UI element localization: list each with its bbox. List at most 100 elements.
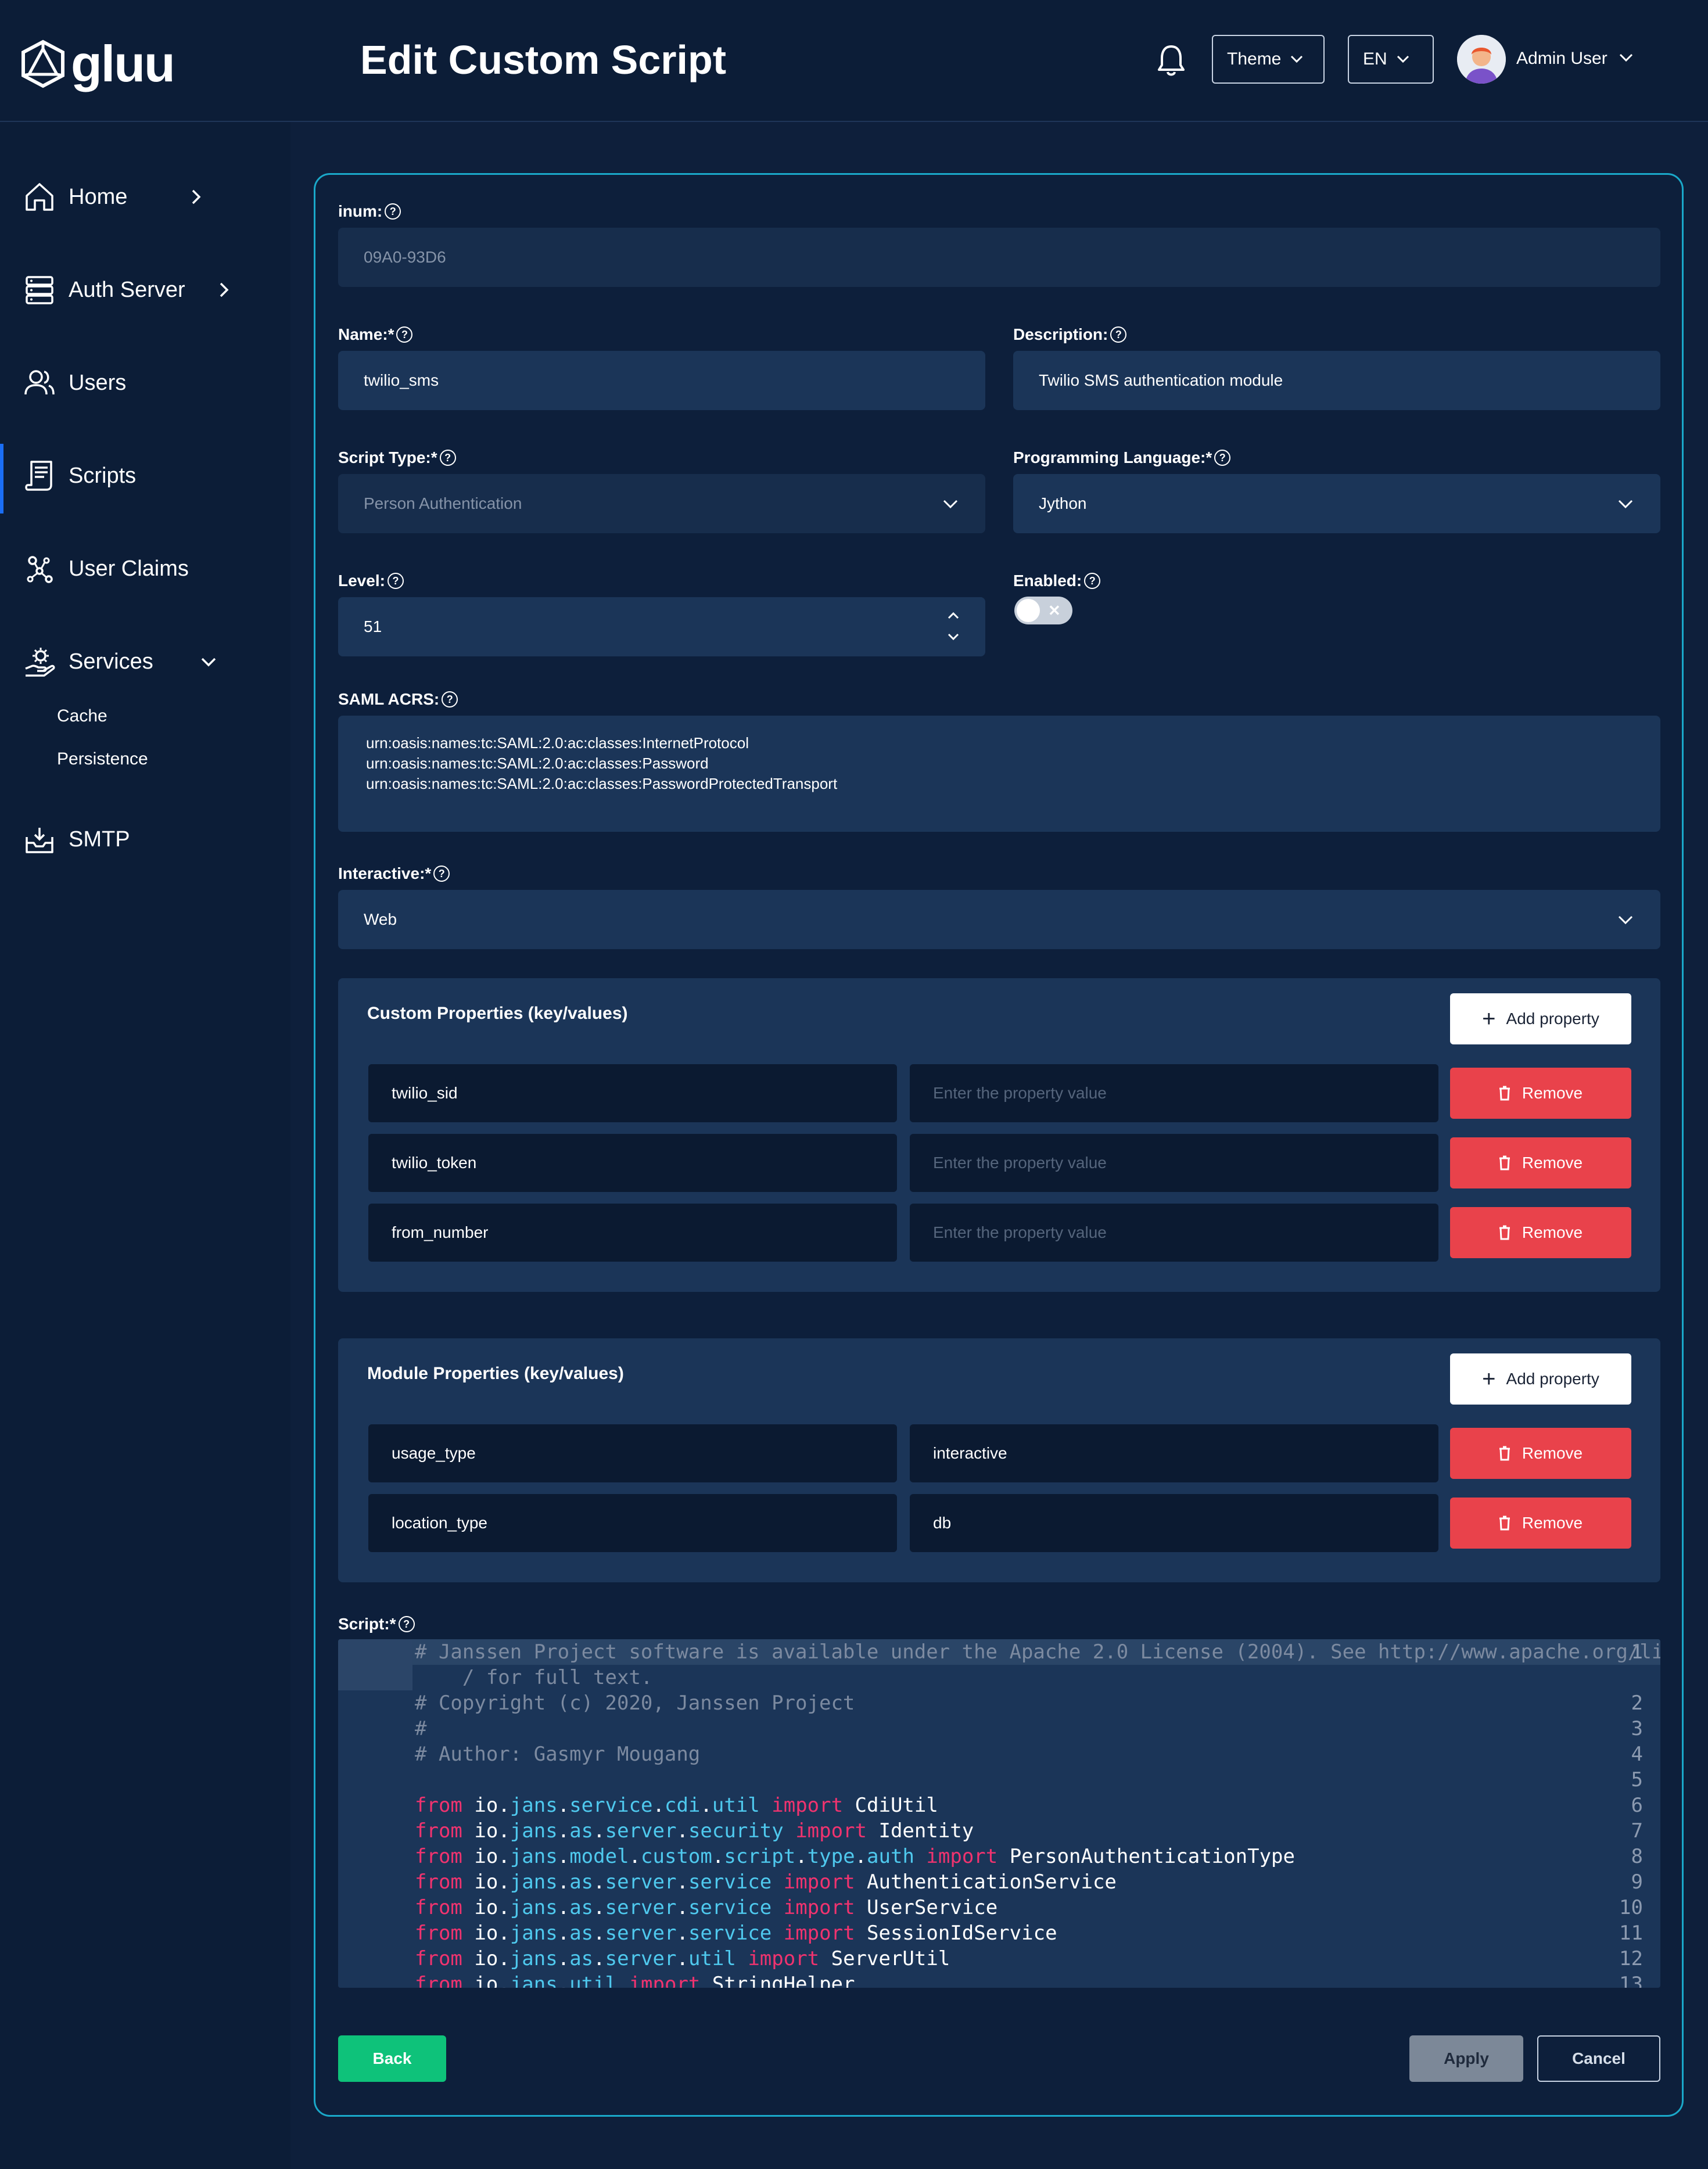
apply-button[interactable]: Apply <box>1409 2035 1523 2082</box>
saml-acr-line: urn:oasis:names:tc:SAML:2.0:ac:classes:I… <box>366 734 749 752</box>
interactive-label: Interactive:* ? <box>338 864 450 883</box>
script-icon <box>25 461 52 491</box>
module-property-key-input[interactable]: usage_type <box>368 1424 897 1482</box>
sidebar-item-smtp[interactable]: SMTP <box>0 807 290 871</box>
code-line: from io.jans.model.custom.script.type.au… <box>415 1845 1295 1868</box>
help-icon[interactable]: ? <box>1084 573 1101 589</box>
line-number: 11 <box>1619 1922 1643 1945</box>
sidebar-subitem-persistence[interactable]: Persistence <box>57 749 148 769</box>
stepper-arrows-icon[interactable] <box>947 611 960 641</box>
mail-inbox-icon <box>26 828 53 853</box>
language-select-label: EN <box>1363 49 1387 69</box>
sidebar-item-label: Auth Server <box>69 277 185 302</box>
code-line: # Copyright (c) 2020, Janssen Project <box>415 1692 855 1715</box>
sidebar-item-auth-server[interactable]: Auth Server <box>0 258 290 322</box>
code-line: # <box>415 1717 427 1740</box>
trash-icon <box>1499 1086 1510 1101</box>
cancel-button[interactable]: Cancel <box>1537 2035 1660 2082</box>
custom-property-key-input[interactable]: from_number <box>368 1204 897 1262</box>
remove-custom-property-button[interactable]: Remove <box>1450 1068 1631 1119</box>
remove-label: Remove <box>1522 1084 1583 1102</box>
line-number: 8 <box>1631 1845 1643 1868</box>
programming-language-value: Jython <box>1039 494 1087 512</box>
sidebar-item-services[interactable]: Services <box>0 630 290 694</box>
help-icon[interactable]: ? <box>433 866 450 882</box>
toggle-off-icon: ✕ <box>1048 602 1061 619</box>
description-value: Twilio SMS authentication module <box>1039 371 1283 389</box>
level-input[interactable]: 51 <box>338 597 985 656</box>
name-value: twilio_sms <box>364 371 439 389</box>
property-value-placeholder: Enter the property value <box>933 1223 1107 1241</box>
module-property-value-input[interactable]: db <box>910 1494 1438 1552</box>
help-icon[interactable]: ? <box>398 1616 415 1632</box>
sidebar-item-user-claims[interactable]: User Claims <box>0 537 290 601</box>
sidebar-item-home[interactable]: Home <box>0 165 290 229</box>
theme-select-label: Theme <box>1227 49 1282 69</box>
remove-module-property-button[interactable]: Remove <box>1450 1428 1631 1479</box>
remove-custom-property-button[interactable]: Remove <box>1450 1137 1631 1188</box>
custom-property-value-input[interactable]: Enter the property value <box>910 1204 1438 1262</box>
user-name[interactable]: Admin User <box>1516 49 1607 69</box>
code-line: from io.jans.as.server.service import Au… <box>415 1870 1117 1894</box>
toggle-knob <box>1017 599 1040 622</box>
sidebar-item-scripts[interactable]: Scripts <box>0 444 290 513</box>
help-icon[interactable]: ? <box>387 573 404 589</box>
module-property-key-input[interactable]: location_type <box>368 1494 897 1552</box>
saml-acrs-textarea[interactable]: urn:oasis:names:tc:SAML:2.0:ac:classes:I… <box>338 716 1660 832</box>
add-module-property-button[interactable]: + Add property <box>1450 1353 1631 1405</box>
remove-label: Remove <box>1522 1514 1583 1532</box>
gluu-logo[interactable]: gluu <box>21 36 184 92</box>
remove-custom-property-button[interactable]: Remove <box>1450 1207 1631 1258</box>
help-icon[interactable]: ? <box>1214 450 1231 466</box>
line-number: 2 <box>1631 1692 1643 1715</box>
programming-language-select[interactable]: Jython <box>1013 474 1660 533</box>
programming-language-label-text: Programming Language:* <box>1013 448 1212 466</box>
bell-icon[interactable] <box>1156 43 1186 78</box>
saml-acrs-label-text: SAML ACRS: <box>338 690 440 708</box>
services-icon <box>25 648 55 677</box>
script-code-editor[interactable]: 1 2 3 4 5 6 7 8 9 10 11 12 13 # Janssen Project soft… <box>338 1639 1660 1988</box>
theme-select[interactable]: Theme <box>1212 35 1325 84</box>
sidebar-item-users[interactable]: Users <box>0 351 290 415</box>
property-value-placeholder: Enter the property value <box>933 1084 1107 1102</box>
custom-property-value-input[interactable]: Enter the property value <box>910 1064 1438 1122</box>
chevron-down-icon <box>1397 55 1409 63</box>
help-icon[interactable]: ? <box>385 203 401 220</box>
description-input[interactable]: Twilio SMS authentication module <box>1013 351 1660 410</box>
custom-property-key-input[interactable]: twilio_token <box>368 1134 897 1192</box>
add-custom-property-button[interactable]: + Add property <box>1450 993 1631 1044</box>
code-line: from io.jans.as.server.security import I… <box>415 1819 974 1843</box>
script-type-select[interactable]: Person Authentication <box>338 474 985 533</box>
chevron-down-icon <box>1291 55 1303 63</box>
sidebar-subitem-cache[interactable]: Cache <box>57 706 107 726</box>
custom-property-value-input[interactable]: Enter the property value <box>910 1134 1438 1192</box>
plus-icon: + <box>1482 1006 1496 1032</box>
enabled-label: Enabled: ? <box>1013 572 1101 590</box>
code-line: # Author: Gasmyr Mougang <box>415 1743 701 1766</box>
plus-icon: + <box>1482 1366 1496 1392</box>
help-icon[interactable]: ? <box>396 326 413 343</box>
interactive-select[interactable]: Web <box>338 890 1660 949</box>
module-properties-title: Module Properties (key/values) <box>367 1364 624 1383</box>
code-line: / for full text. <box>415 1666 653 1689</box>
name-input[interactable]: twilio_sms <box>338 351 985 410</box>
chevron-down-icon[interactable] <box>1619 52 1634 64</box>
avatar[interactable] <box>1457 35 1506 84</box>
saml-acr-line: urn:oasis:names:tc:SAML:2.0:ac:classes:P… <box>366 775 838 792</box>
help-icon[interactable]: ? <box>442 691 458 708</box>
interactive-value: Web <box>364 910 397 928</box>
module-property-value-input[interactable]: interactive <box>910 1424 1438 1482</box>
description-label-text: Description: <box>1013 325 1108 343</box>
line-number: 13 <box>1619 1973 1643 1988</box>
remove-module-property-button[interactable]: Remove <box>1450 1498 1631 1549</box>
script-type-label-text: Script Type:* <box>338 448 437 466</box>
code-line: # Janssen Project software is available … <box>415 1640 1660 1664</box>
back-button[interactable]: Back <box>338 2035 446 2082</box>
language-select[interactable]: EN <box>1348 35 1434 84</box>
inum-input[interactable]: 09A0-93D6 <box>338 228 1660 287</box>
custom-property-key-input[interactable]: twilio_sid <box>368 1064 897 1122</box>
enabled-toggle[interactable]: ✕ <box>1014 597 1072 624</box>
line-number: 12 <box>1619 1947 1643 1970</box>
help-icon[interactable]: ? <box>439 450 456 466</box>
help-icon[interactable]: ? <box>1110 326 1127 343</box>
